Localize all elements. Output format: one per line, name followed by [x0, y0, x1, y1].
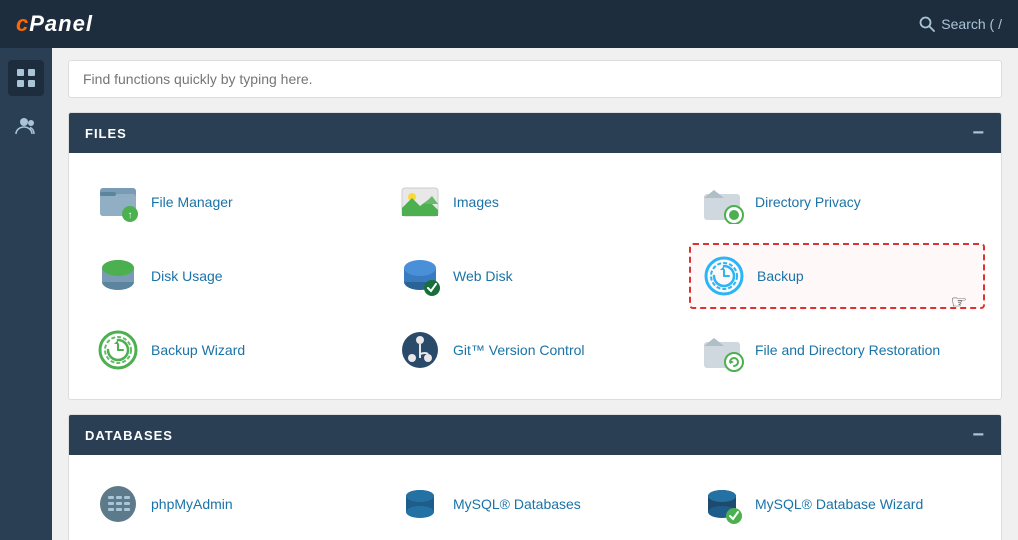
web-disk-label[interactable]: Web Disk	[453, 268, 513, 284]
mysql-wizard-icon	[699, 481, 745, 527]
images-label[interactable]: Images	[453, 194, 499, 210]
files-section-body: ↑ File Manager Image	[69, 153, 1001, 399]
navbar-search[interactable]: Search ( /	[919, 16, 1002, 32]
databases-section: DATABASES −	[68, 414, 1002, 540]
svg-text:↑: ↑	[128, 210, 133, 221]
restoration-label[interactable]: File and Directory Restoration	[755, 342, 940, 358]
file-manager-label[interactable]: File Manager	[151, 194, 233, 210]
sidebar-item-users[interactable]	[8, 108, 44, 144]
search-label: Search ( /	[941, 16, 1002, 32]
item-disk-usage[interactable]: Disk Usage	[85, 243, 381, 309]
sidebar	[0, 48, 52, 540]
directory-privacy-icon	[699, 179, 745, 225]
grid-icon	[15, 67, 37, 89]
item-restoration[interactable]: File and Directory Restoration	[689, 319, 985, 381]
images-icon	[397, 179, 443, 225]
item-images[interactable]: Images	[387, 171, 683, 233]
item-git[interactable]: Git™ Version Control	[387, 319, 683, 381]
phpmyadmin-label[interactable]: phpMyAdmin	[151, 496, 233, 512]
layout: FILES − ↑ File Manager	[0, 48, 1018, 540]
files-collapse-btn[interactable]: −	[972, 123, 985, 143]
backup-wizard-label[interactable]: Backup Wizard	[151, 342, 245, 358]
restoration-icon	[699, 327, 745, 373]
item-mysql-wizard[interactable]: MySQL® Database Wizard	[689, 473, 985, 535]
git-icon	[397, 327, 443, 373]
search-icon	[919, 16, 935, 32]
logo-c: c	[16, 11, 29, 36]
mysql-label[interactable]: MySQL® Databases	[453, 496, 581, 512]
git-label[interactable]: Git™ Version Control	[453, 342, 585, 358]
backup-icon	[701, 253, 747, 299]
logo-panel: Panel	[29, 11, 93, 36]
files-section-header: FILES −	[69, 113, 1001, 153]
main-content: FILES − ↑ File Manager	[52, 48, 1018, 540]
file-manager-icon: ↑	[95, 179, 141, 225]
cpanel-logo: cPanel	[16, 11, 93, 37]
files-section: FILES − ↑ File Manager	[68, 112, 1002, 400]
function-search-input[interactable]	[68, 60, 1002, 98]
disk-usage-icon	[95, 253, 141, 299]
mysql-icon	[397, 481, 443, 527]
web-disk-icon	[397, 253, 443, 299]
databases-collapse-btn[interactable]: −	[972, 425, 985, 445]
item-file-manager[interactable]: ↑ File Manager	[85, 171, 381, 233]
item-phpmyadmin[interactable]: phpMyAdmin	[85, 473, 381, 535]
navbar: cPanel Search ( /	[0, 0, 1018, 48]
item-web-disk[interactable]: Web Disk	[387, 243, 683, 309]
disk-usage-label[interactable]: Disk Usage	[151, 268, 223, 284]
databases-section-title: DATABASES	[85, 428, 173, 443]
item-mysql[interactable]: MySQL® Databases	[387, 473, 683, 535]
users-icon	[15, 115, 37, 137]
item-backup-wizard[interactable]: Backup Wizard	[85, 319, 381, 381]
item-directory-privacy[interactable]: Directory Privacy	[689, 171, 985, 233]
phpmyadmin-icon	[95, 481, 141, 527]
item-backup[interactable]: Backup ☞	[689, 243, 985, 309]
databases-section-header: DATABASES −	[69, 415, 1001, 455]
backup-wizard-icon	[95, 327, 141, 373]
backup-label[interactable]: Backup	[757, 268, 804, 284]
sidebar-item-grid[interactable]	[8, 60, 44, 96]
cursor-icon: ☞	[951, 292, 967, 313]
directory-privacy-label[interactable]: Directory Privacy	[755, 194, 861, 210]
mysql-wizard-label[interactable]: MySQL® Database Wizard	[755, 496, 923, 512]
files-section-title: FILES	[85, 126, 127, 141]
databases-section-body: phpMyAdmin MySQL® Databases	[69, 455, 1001, 540]
